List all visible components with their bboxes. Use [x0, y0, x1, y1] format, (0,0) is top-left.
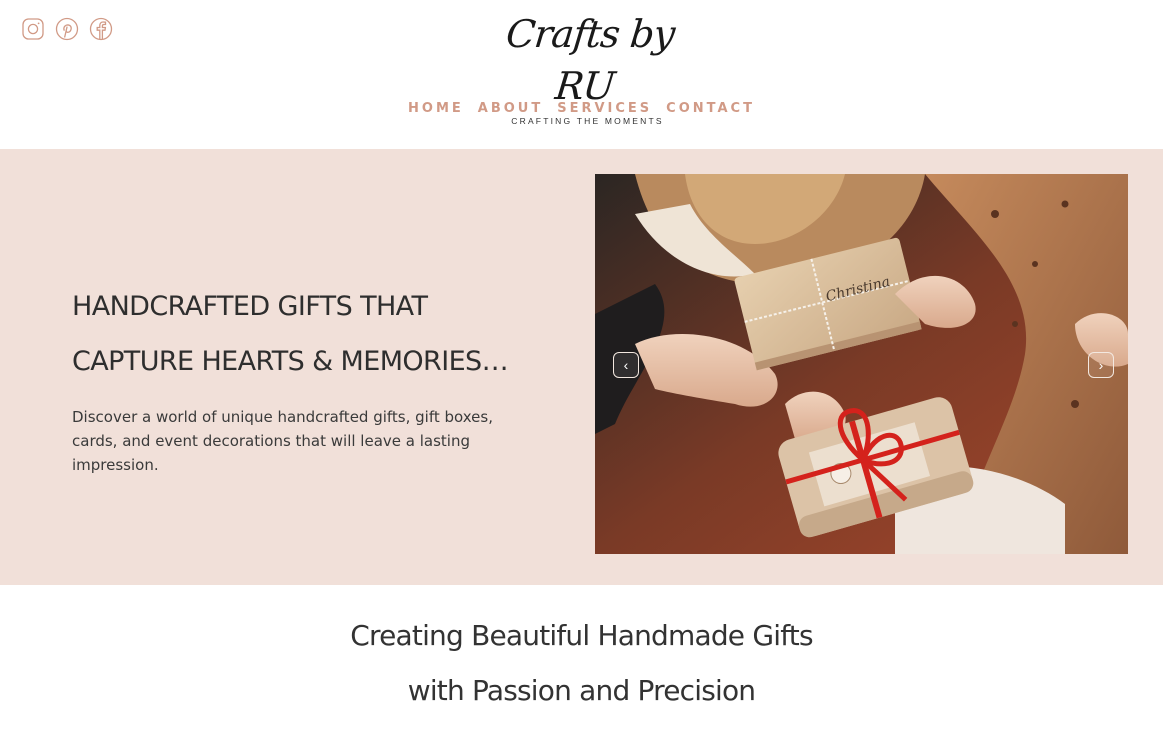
- slider-next-button[interactable]: ›: [1088, 352, 1114, 378]
- slider-prev-button[interactable]: ‹: [613, 352, 639, 378]
- nav-item-home[interactable]: HOME: [401, 101, 471, 116]
- gift-exchange-photo: Christina: [595, 174, 1128, 554]
- hero-heading-line2: CAPTURE HEARTS & MEMORIES…: [72, 346, 509, 377]
- nav-item-contact[interactable]: CONTACT: [659, 101, 762, 116]
- nav-item-about[interactable]: ABOUT: [471, 101, 550, 116]
- chevron-right-icon: ›: [1098, 357, 1104, 373]
- pinterest-icon[interactable]: [55, 17, 79, 41]
- nav-item-services[interactable]: SERVICES: [550, 101, 659, 116]
- intro-title-line2: with Passion and Precision: [407, 674, 756, 707]
- logo-tagline: CRAFTING THE MOMENTS: [511, 116, 664, 126]
- site-logo[interactable]: Crafts by RU CRAFTING THE MOMENTS: [480, 8, 695, 126]
- hero-slider[interactable]: Christina ‹ ›: [595, 174, 1128, 554]
- instagram-icon[interactable]: [21, 17, 45, 41]
- intro-title-line1: Creating Beautiful Handmade Gifts: [350, 619, 813, 652]
- hero-description: Discover a world of unique handcrafted g…: [72, 408, 493, 474]
- main-nav: HOME ABOUT SERVICES CONTACT: [0, 101, 1163, 116]
- logo-script: Crafts by RU: [504, 12, 677, 108]
- facebook-icon[interactable]: [89, 17, 113, 41]
- site-header: Crafts by RU CRAFTING THE MOMENTS HOME A…: [0, 0, 1163, 149]
- page: Crafts by RU CRAFTING THE MOMENTS HOME A…: [0, 0, 1163, 730]
- chevron-left-icon: ‹: [623, 357, 629, 373]
- intro-section: Creating Beautiful Handmade Gifts with P…: [0, 608, 1163, 718]
- social-links: [21, 17, 113, 41]
- hero-text: HANDCRAFTED GIFTS THAT CAPTURE HEARTS & …: [72, 279, 532, 477]
- hero-section: HANDCRAFTED GIFTS THAT CAPTURE HEARTS & …: [0, 149, 1163, 585]
- hero-heading-line1: HANDCRAFTED GIFTS THAT: [72, 291, 428, 322]
